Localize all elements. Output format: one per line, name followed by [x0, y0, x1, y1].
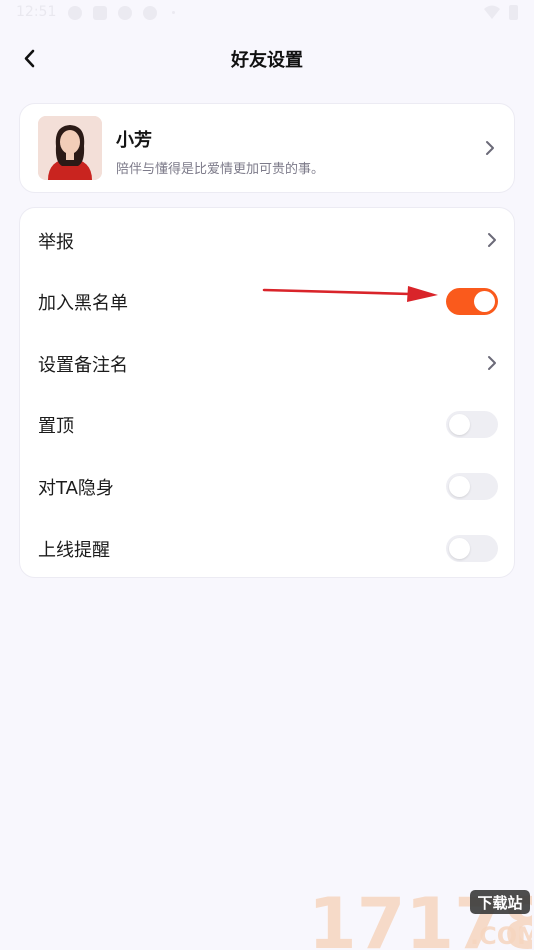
chevron-right-icon — [488, 233, 496, 247]
chevron-right-icon — [486, 141, 494, 155]
watermark-icon: 17178 下载站 .COM — [308, 883, 534, 950]
avatar — [38, 116, 102, 180]
blacklist-toggle[interactable] — [446, 288, 498, 315]
online-alert-toggle[interactable] — [446, 535, 498, 562]
settings-row-label: 置顶 — [38, 416, 74, 437]
settings-icon — [68, 6, 82, 20]
toggle-knob — [449, 414, 470, 435]
friend-signature: 陪伴与懂得是比爱情更加可贵的事。 — [116, 162, 325, 177]
settings-row-report[interactable]: 举报 — [20, 209, 516, 271]
settings-row-label: 设置备注名 — [38, 355, 128, 376]
toggle-knob — [474, 291, 495, 312]
app-icon — [93, 6, 107, 20]
annotation-arrow-icon — [262, 286, 438, 302]
wifi-icon — [484, 5, 500, 19]
settings-row-label: 上线提醒 — [38, 540, 110, 561]
profile-card[interactable]: 小芳 陪伴与懂得是比爱情更加可贵的事。 — [19, 103, 515, 193]
friend-name: 小芳 — [116, 130, 152, 151]
watermark-logo: 17178 下载站 .COM — [306, 883, 534, 950]
settings-row-remark-name[interactable]: 设置备注名 — [20, 332, 516, 394]
gear-icon — [118, 6, 132, 20]
settings-list: 举报 加入黑名单 设置备注名 置顶 对TA隐身 上线提醒 — [19, 207, 515, 578]
settings-row-online-alert: 上线提醒 — [20, 517, 516, 579]
settings-row-label: 对TA隐身 — [38, 478, 114, 499]
pin-top-toggle[interactable] — [446, 411, 498, 438]
avatar-photo — [38, 116, 102, 180]
page-title: 好友设置 — [231, 50, 303, 71]
settings-icon — [143, 6, 157, 20]
toggle-knob — [449, 538, 470, 559]
settings-row-label: 加入黑名单 — [38, 293, 128, 314]
notification-dot — [172, 11, 175, 14]
settings-row-pin-top: 置顶 — [20, 393, 516, 455]
status-bar: 12:51 — [0, 0, 534, 26]
settings-row-invisible: 对TA隐身 — [20, 455, 516, 517]
battery-icon — [509, 5, 518, 20]
toggle-knob — [449, 476, 470, 497]
chevron-right-icon — [488, 356, 496, 370]
nav-bar: 好友设置 — [0, 34, 534, 82]
svg-text:下载站: 下载站 — [477, 894, 522, 912]
svg-text:.COM: .COM — [470, 922, 532, 950]
invisible-toggle[interactable] — [446, 473, 498, 500]
settings-row-label: 举报 — [38, 232, 74, 253]
status-time: 12:51 — [16, 4, 57, 20]
